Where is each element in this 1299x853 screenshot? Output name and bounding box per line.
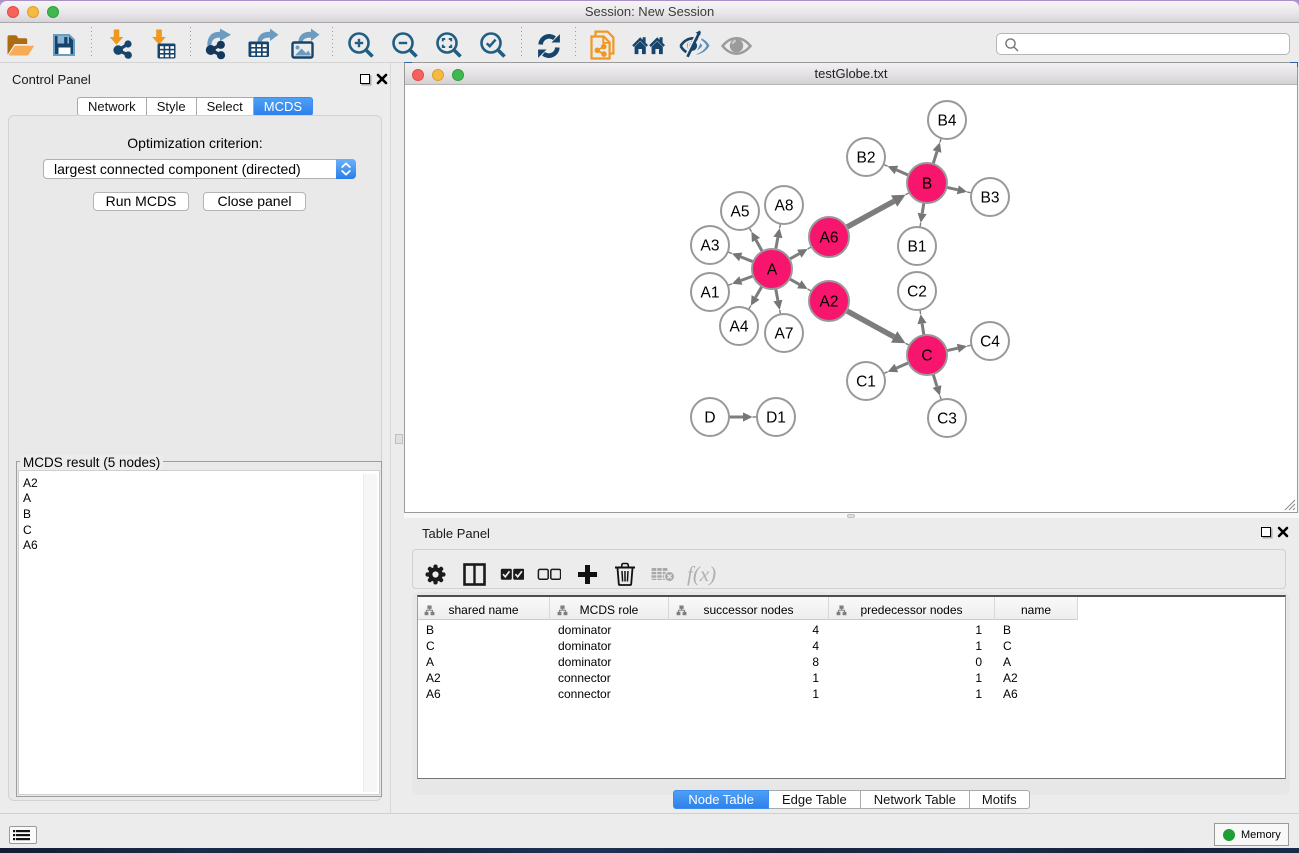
svg-text:A1: A1 <box>701 285 720 302</box>
svg-text:B2: B2 <box>857 150 876 167</box>
svg-text:A2: A2 <box>820 294 839 311</box>
svg-text:B3: B3 <box>981 190 1000 207</box>
svg-text:C4: C4 <box>980 334 1000 351</box>
svg-text:D1: D1 <box>766 410 786 427</box>
svg-text:A5: A5 <box>731 204 750 221</box>
svg-text:A3: A3 <box>701 238 720 255</box>
svg-text:B4: B4 <box>938 113 957 130</box>
svg-text:C: C <box>921 348 932 365</box>
svg-text:A4: A4 <box>730 319 749 336</box>
svg-text:C2: C2 <box>907 284 927 301</box>
svg-text:D: D <box>704 410 715 427</box>
svg-text:A6: A6 <box>820 230 839 247</box>
svg-text:C3: C3 <box>937 411 957 428</box>
svg-text:A8: A8 <box>775 198 794 215</box>
svg-text:A7: A7 <box>775 326 794 343</box>
svg-text:A: A <box>767 262 778 279</box>
svg-text:B: B <box>922 176 932 193</box>
svg-text:C1: C1 <box>856 374 876 391</box>
svg-text:B1: B1 <box>908 239 927 256</box>
